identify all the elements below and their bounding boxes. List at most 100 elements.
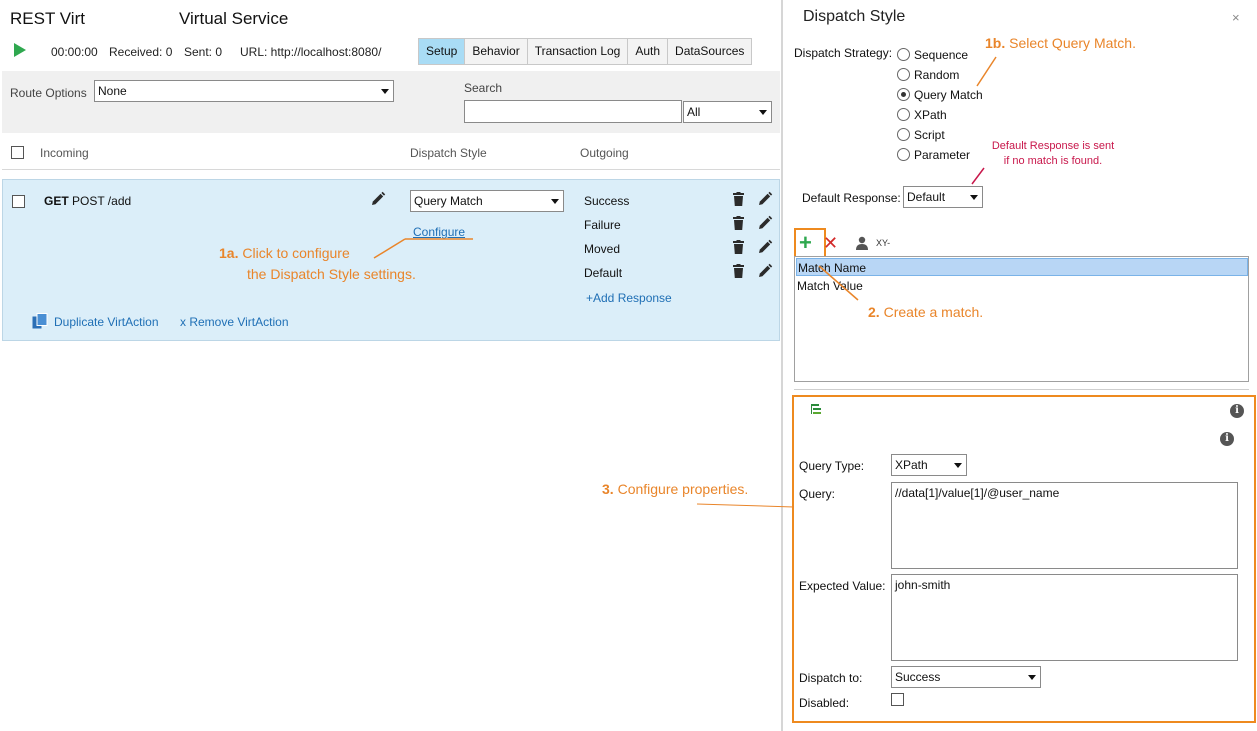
search-filter-value: All <box>687 105 701 119</box>
column-incoming: Incoming <box>40 146 89 160</box>
callout-1b-text: Select Query Match. <box>1009 35 1136 51</box>
duplicate-icon[interactable] <box>32 313 48 330</box>
callout-2: 2. Create a match. <box>868 304 983 320</box>
dispatch-style-select[interactable]: Query Match <box>410 190 564 212</box>
tree-icon[interactable] <box>810 403 824 417</box>
tab-transaction-log[interactable]: Transaction Log <box>528 39 629 64</box>
info-icon[interactable]: i <box>1230 404 1244 418</box>
info-icon[interactable]: i <box>1220 432 1234 446</box>
response-failure[interactable]: Failure <box>584 218 621 232</box>
edit-response-pencil-icon[interactable] <box>757 191 773 207</box>
response-default[interactable]: Default <box>584 266 622 280</box>
default-response-note: Default Response is sent if no match is … <box>978 139 1128 169</box>
radio-parameter-label[interactable]: Parameter <box>914 148 970 162</box>
pane-divider[interactable] <box>781 0 783 731</box>
radio-xpath[interactable] <box>897 108 910 121</box>
note-line1: Default Response is sent <box>991 140 1115 152</box>
delete-response-trash-icon[interactable] <box>733 192 744 206</box>
radio-query-match-label[interactable]: Query Match <box>914 88 983 102</box>
delete-response-trash-icon[interactable] <box>733 216 744 230</box>
close-icon[interactable]: × <box>1232 10 1240 25</box>
dispatch-to-value: Success <box>895 670 941 684</box>
column-outgoing: Outgoing <box>580 146 629 160</box>
disabled-checkbox[interactable] <box>891 693 904 706</box>
route-options-select[interactable]: None <box>94 80 394 102</box>
chevron-down-icon <box>381 89 389 94</box>
play-icon[interactable] <box>14 43 26 57</box>
edit-response-pencil-icon[interactable] <box>757 215 773 231</box>
column-header-row: Incoming Dispatch Style Outgoing <box>2 136 780 170</box>
radio-parameter[interactable] <box>897 148 910 161</box>
response-moved[interactable]: Moved <box>584 242 620 256</box>
tab-behavior[interactable]: Behavior <box>465 39 528 64</box>
column-dispatch-style: Dispatch Style <box>410 146 487 160</box>
remove-virtaction-link[interactable]: x Remove VirtAction <box>180 315 289 329</box>
query-label: Query: <box>799 487 836 501</box>
match-value-item[interactable]: Match Value <box>796 277 1248 295</box>
default-response-select[interactable]: Default <box>903 186 983 208</box>
match-list: Match Name Match Value <box>794 256 1249 382</box>
tab-datasources[interactable]: DataSources <box>668 39 751 64</box>
route-path: POST /add <box>72 194 132 208</box>
response-success[interactable]: Success <box>584 194 629 208</box>
callout-1a-text: Click to configure <box>242 245 350 261</box>
user-icon[interactable] <box>855 236 869 250</box>
service-title: Virtual Service <box>179 9 289 28</box>
add-match-plus-icon[interactable]: + <box>799 230 812 256</box>
tab-setup[interactable]: Setup <box>419 39 466 64</box>
search-input[interactable] <box>464 100 682 123</box>
section-separator <box>794 389 1249 390</box>
dispatch-to-select[interactable]: Success <box>891 666 1041 688</box>
xy-toolbar-label[interactable]: XY- <box>876 238 890 248</box>
callout-1a-line1: 1a. Click to configure <box>219 245 350 261</box>
search-label: Search <box>464 81 503 95</box>
chevron-down-icon <box>1028 675 1036 680</box>
expected-value-label: Expected Value: <box>799 579 886 593</box>
route-options-value: None <box>98 84 127 98</box>
callout-1a-number: 1a. <box>219 245 239 261</box>
add-response-link[interactable]: +Add Response <box>586 291 672 305</box>
query-textarea[interactable]: //data[1]/value[1]/@user_name <box>891 482 1238 569</box>
delete-match-x-icon[interactable]: ✕ <box>823 233 838 253</box>
configure-link[interactable]: Configure <box>413 225 465 239</box>
received-count: Received: 0 <box>109 45 173 59</box>
row-checkbox[interactable] <box>12 195 25 208</box>
virtual-service-pane: REST Virt Virtual Service 00:00:00 Recei… <box>0 0 781 731</box>
radio-sequence-label[interactable]: Sequence <box>914 48 968 62</box>
expected-value-textarea[interactable]: john-smith <box>891 574 1238 661</box>
callout-3-text: Configure properties. <box>617 481 749 497</box>
callout-1b: 1b. Select Query Match. <box>985 35 1136 51</box>
radio-query-match[interactable] <box>897 88 910 101</box>
service-url: URL: http://localhost:8080/ <box>240 45 382 59</box>
incoming-route: GET POST /add <box>44 194 131 208</box>
edit-response-pencil-icon[interactable] <box>757 239 773 255</box>
default-response-label: Default Response: <box>802 191 901 205</box>
delete-response-trash-icon[interactable] <box>733 264 744 278</box>
select-all-checkbox[interactable] <box>11 146 24 159</box>
dispatch-style-value: Query Match <box>414 194 483 208</box>
radio-sequence[interactable] <box>897 48 910 61</box>
match-name-item[interactable]: Match Name <box>796 258 1248 276</box>
radio-xpath-label[interactable]: XPath <box>914 108 947 122</box>
query-type-select[interactable]: XPath <box>891 454 967 476</box>
chevron-down-icon <box>759 110 767 115</box>
search-filter-select[interactable]: All <box>683 101 772 123</box>
note-line2: if no match is found. <box>1003 155 1103 167</box>
delete-response-trash-icon[interactable] <box>733 240 744 254</box>
radio-script[interactable] <box>897 128 910 141</box>
radio-random[interactable] <box>897 68 910 81</box>
duplicate-virtaction-link[interactable]: Duplicate VirtAction <box>54 315 159 329</box>
query-type-value: XPath <box>895 458 928 472</box>
edit-route-pencil-icon[interactable] <box>370 191 386 207</box>
tab-auth[interactable]: Auth <box>628 39 669 64</box>
route-options-label: Route Options <box>10 86 87 100</box>
callout-1a-line2: the Dispatch Style settings. <box>247 266 416 282</box>
app-title: REST Virt <box>10 9 85 28</box>
callout-3: 3. Configure properties. <box>602 481 748 497</box>
http-method: GET <box>44 194 69 208</box>
radio-random-label[interactable]: Random <box>914 68 959 82</box>
chevron-down-icon <box>954 463 962 468</box>
edit-response-pencil-icon[interactable] <box>757 263 773 279</box>
callout-2-text: Create a match. <box>883 304 984 320</box>
radio-script-label[interactable]: Script <box>914 128 945 142</box>
